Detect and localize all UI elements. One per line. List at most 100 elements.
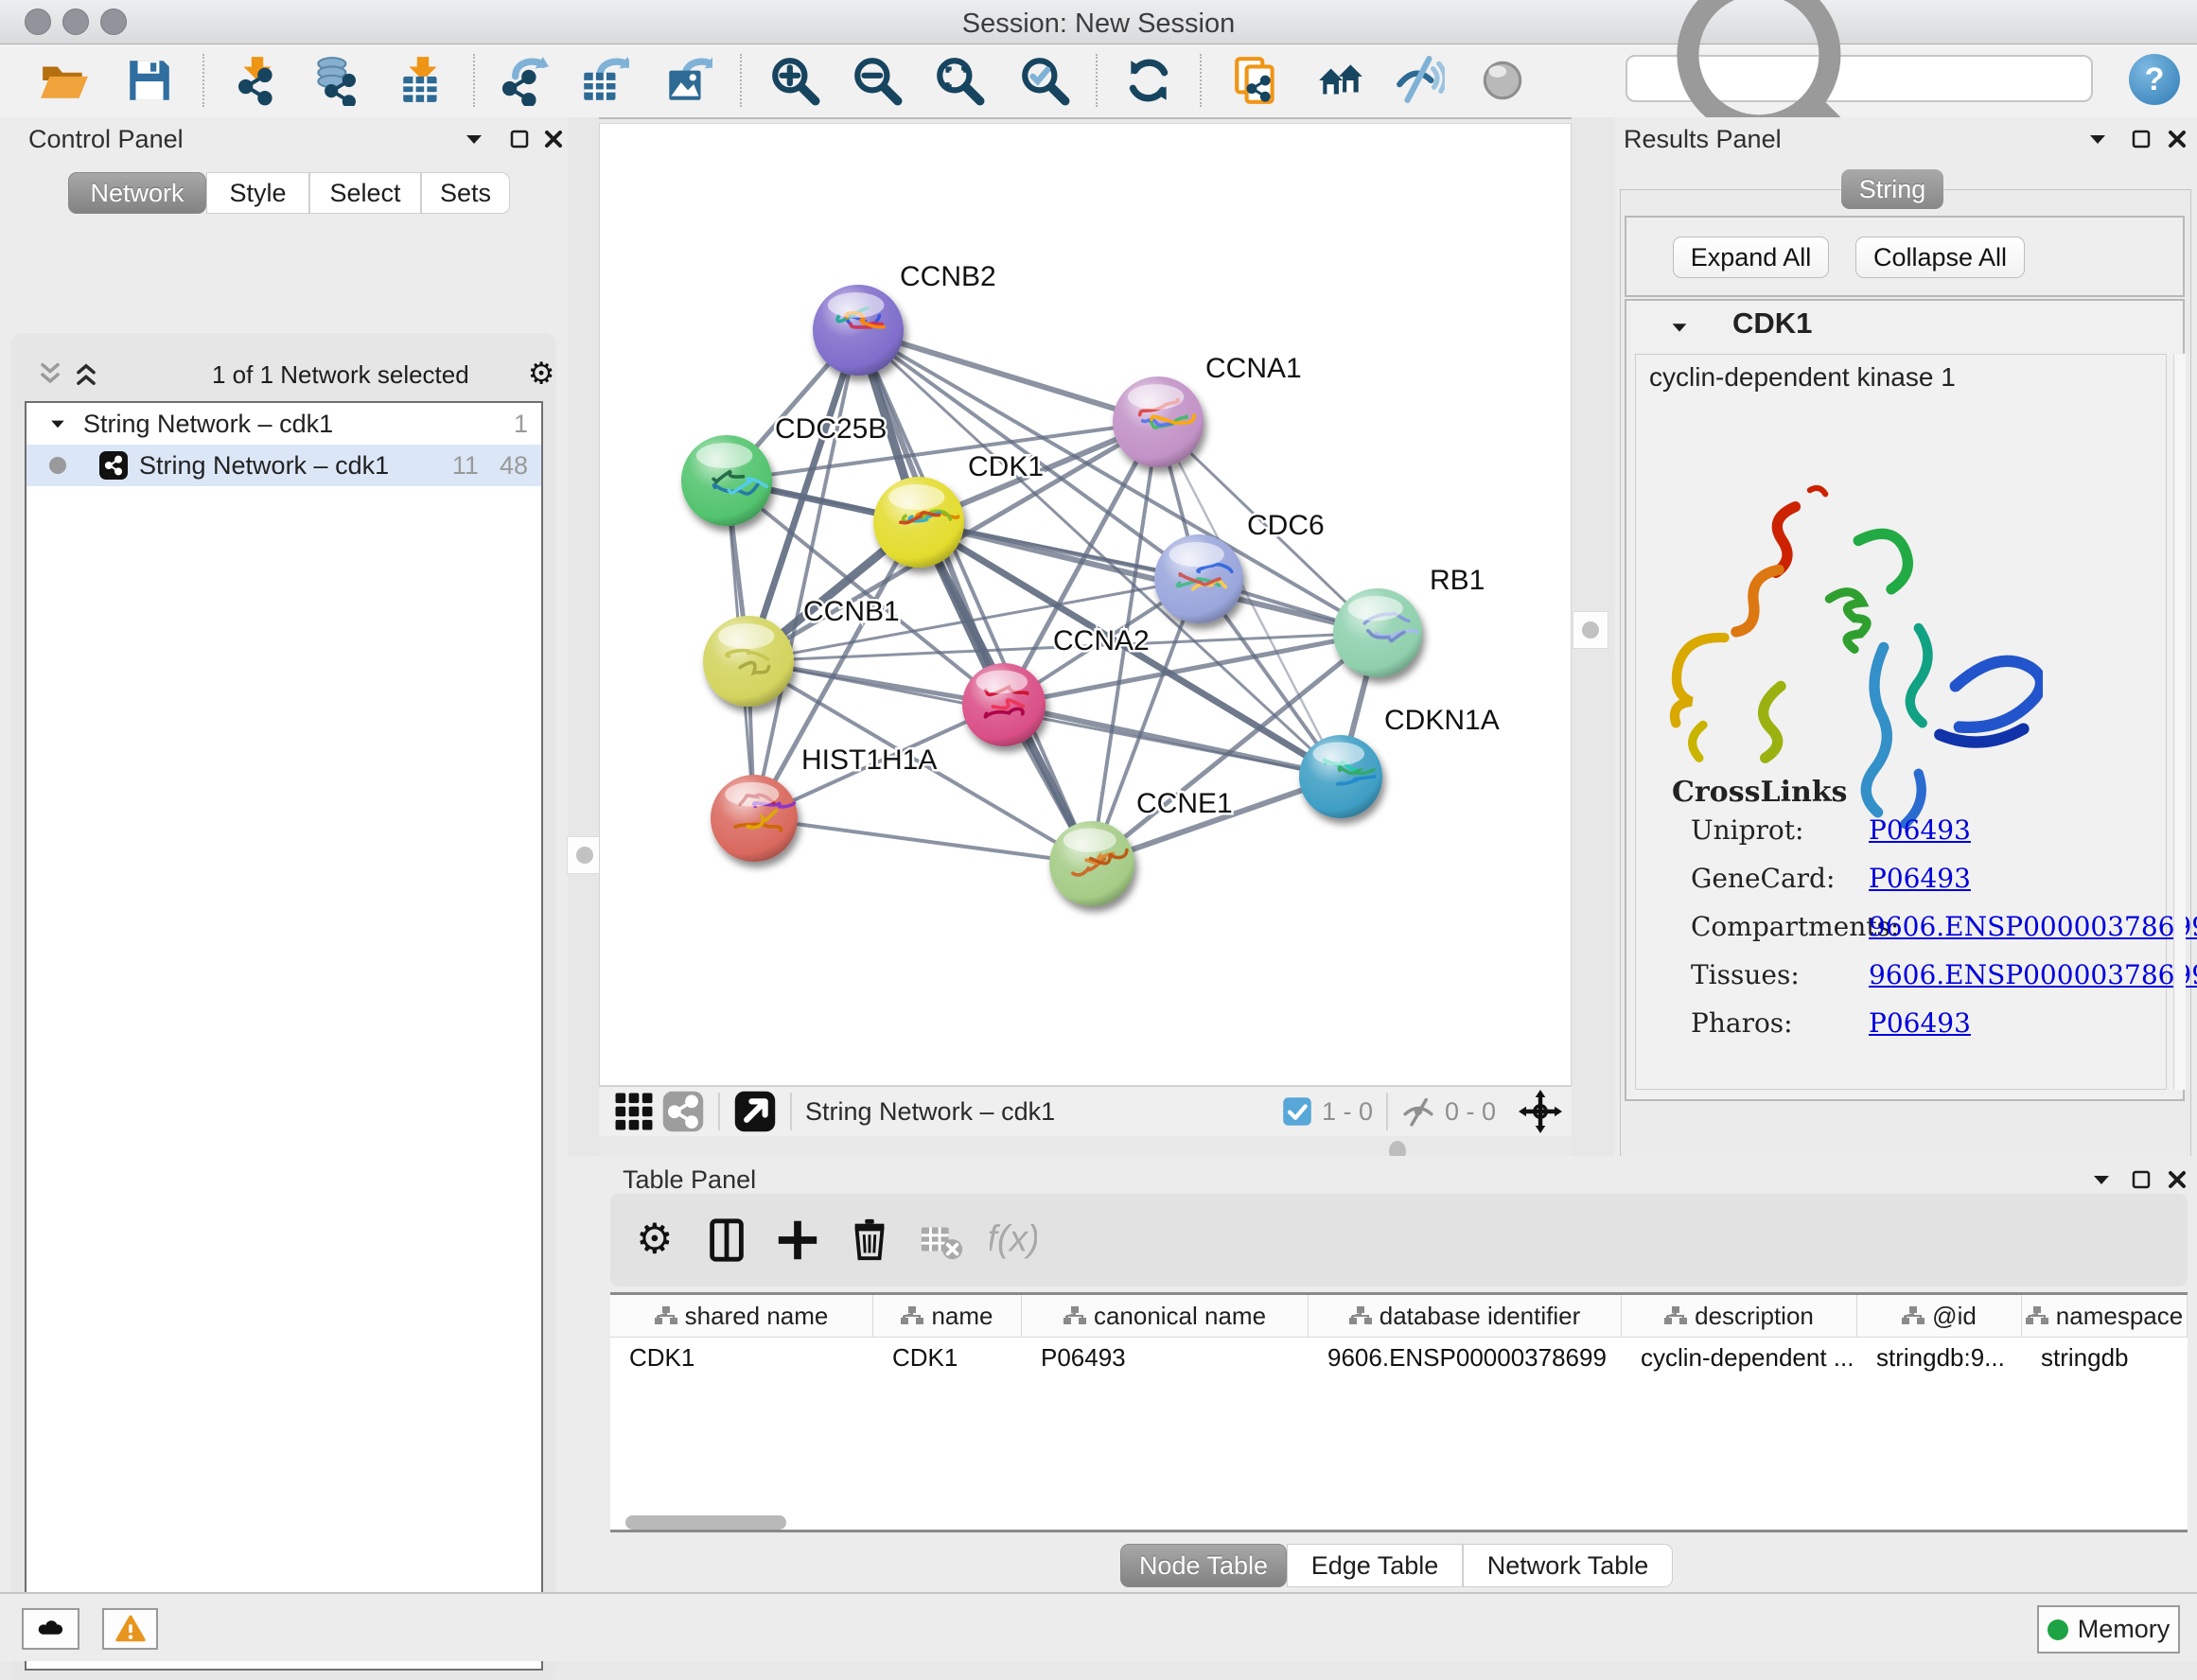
edge-CCNA2-CDKN1A[interactable] [1004,705,1341,777]
table-panel-float-icon[interactable] [2089,1167,2114,1192]
crosslink-link[interactable]: 9606.ENSP00000378699 [1869,911,2197,942]
node-CDK1[interactable] [873,477,964,568]
export-table-button[interactable] [573,52,634,109]
node-CCNB2[interactable] [813,285,904,376]
right-splitter-handle[interactable] [1573,611,1608,649]
node-CDC6[interactable] [1154,534,1243,623]
network-options-gear-icon[interactable]: ⚙ [524,358,558,392]
column-header-id[interactable]: @id [1857,1295,2022,1337]
zoom-in-button[interactable] [765,52,825,109]
tab-edge-table[interactable]: Edge Table [1287,1544,1463,1587]
network-row-selected[interactable]: String Network – cdk1 11 48 [26,445,541,486]
control-panel-float-icon[interactable] [462,127,486,151]
tab-sets[interactable]: Sets [421,172,510,214]
open-session-folder-icon [39,55,90,106]
node-CCNA2[interactable] [962,663,1046,746]
table-row[interactable]: CDK1CDK1P064939606.ENSP00000378699cyclin… [610,1338,2188,1377]
delete-column-button[interactable] [846,1216,893,1264]
left-splitter-handle[interactable] [567,836,603,874]
import-table-file-icon [397,55,448,106]
results-panel-maximize-icon[interactable] [2129,127,2153,151]
help-button[interactable]: ? [2129,54,2180,105]
control-panel-maximize-icon[interactable] [507,127,532,151]
control-panel-close-icon[interactable] [541,127,566,151]
crosslink-link[interactable]: 9606.ENSP00000378699 [1869,959,2197,990]
table-cell[interactable]: CDK1 [610,1338,873,1377]
node-CDKN1A[interactable] [1299,735,1382,818]
table-panel-maximize-icon[interactable] [2129,1167,2153,1192]
column-header-sharedname[interactable]: shared name [610,1295,873,1337]
grid-view-icon[interactable] [612,1090,656,1133]
save-session-button[interactable] [119,52,180,109]
node-CCNA1[interactable] [1113,376,1204,467]
selected-checkbox-icon[interactable] [1282,1096,1312,1127]
zoom-out-button[interactable] [847,52,907,109]
collection-expander-icon[interactable] [47,413,68,434]
node-CDC25B[interactable] [681,435,772,526]
table-cell[interactable]: stringdb [2022,1338,2188,1377]
table-cell[interactable]: 9606.ENSP00000378699 [1309,1338,1622,1377]
add-column-button[interactable] [774,1216,821,1264]
import-network-file-button[interactable] [227,52,288,109]
open-session-folder-button[interactable] [34,52,95,109]
column-header-name[interactable]: name [873,1295,1022,1337]
edge-CCNB2-CCNA1[interactable] [858,330,1158,422]
string-import-button[interactable] [1226,52,1287,109]
column-header-description[interactable]: description [1622,1295,1857,1337]
zoom-selected-button[interactable] [1014,52,1075,109]
node-RB1[interactable] [1333,588,1422,677]
network-collection-row[interactable]: String Network – cdk1 1 [26,403,541,445]
columns-button[interactable] [703,1216,750,1264]
node-HIST1H1A[interactable] [711,775,798,862]
table-cell[interactable]: CDK1 [873,1338,1022,1377]
network-graph[interactable]: CCNB2 CCNA1 CDC25B CDK1 CDC6 RB1 [600,124,1571,1085]
cloud-sync-button[interactable] [22,1608,79,1650]
share-view-icon[interactable] [661,1090,705,1133]
results-tab-string[interactable]: String [1841,169,1943,209]
gene-section-expander-icon[interactable] [1668,316,1691,339]
refresh-view-button[interactable] [1118,52,1179,109]
node-CCNB1[interactable] [703,616,794,707]
column-header-namespace[interactable]: namespace [2022,1295,2188,1337]
table-cell[interactable]: P06493 [1022,1338,1309,1377]
edge-HIST1H1A-CCNE1[interactable] [754,818,1092,864]
tab-style[interactable]: Style [206,172,309,214]
memory-button[interactable]: Memory [2037,1605,2180,1654]
search-input[interactable] [1626,55,2093,102]
crosslink-link[interactable]: P06493 [1869,863,1971,894]
crosslink-link[interactable]: P06493 [1869,814,1971,846]
detach-view-icon[interactable] [733,1090,777,1133]
change-species-button[interactable] [1310,52,1371,109]
results-scrollbar[interactable] [2173,354,2186,1090]
node-CCNE1[interactable] [1049,821,1134,906]
results-panel-float-icon[interactable] [2085,127,2110,151]
collapse-all-networks-icon[interactable] [36,360,64,389]
table-panel-close-icon[interactable] [2165,1167,2189,1192]
table-hscrollbar-thumb[interactable] [625,1515,786,1530]
network-view[interactable]: CCNB2 CCNA1 CDC25B CDK1 CDC6 RB1 [599,123,1572,1086]
import-network-database-button[interactable] [306,52,366,109]
tab-network-table[interactable]: Network Table [1463,1544,1673,1587]
hide-unhide-button[interactable] [1389,52,1450,109]
table-cell[interactable]: cyclin-dependent ... [1622,1338,1857,1377]
table-cell[interactable]: stringdb:9... [1857,1338,2022,1377]
zoom-fit-button[interactable] [929,52,990,109]
collapse-all-button[interactable]: Collapse All [1855,236,2025,278]
column-header-databaseidentifier[interactable]: database identifier [1309,1295,1622,1337]
warnings-button[interactable] [102,1608,158,1650]
tab-select[interactable]: Select [309,172,421,214]
glass-ball-button[interactable] [1472,52,1533,109]
tab-node-table[interactable]: Node Table [1120,1544,1287,1587]
expand-all-networks-icon[interactable] [72,360,100,389]
results-panel-close-icon[interactable] [2165,127,2189,151]
export-network-button[interactable] [493,52,554,109]
export-image-button[interactable] [657,52,717,109]
crosslink-link[interactable]: P06493 [1869,1007,1971,1039]
tab-network[interactable]: Network [68,172,206,214]
expand-all-button[interactable]: Expand All [1673,236,1829,278]
crosslink-label: Tissues: [1691,959,1800,990]
fit-content-crosshair-icon[interactable] [1519,1090,1562,1133]
table-gear-button[interactable]: ⚙ [631,1216,678,1264]
import-table-file-button[interactable] [393,52,453,109]
column-header-canonicalname[interactable]: canonical name [1022,1295,1309,1337]
